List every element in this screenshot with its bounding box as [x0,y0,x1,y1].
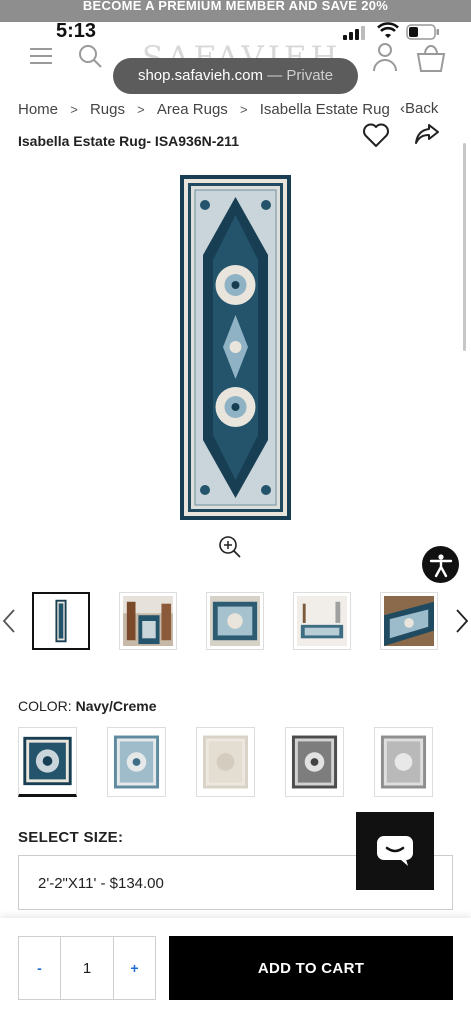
color-swatch-silver[interactable] [374,727,433,797]
color-selected-value: Navy/Creme [75,698,157,714]
breadcrumb-rugs[interactable]: Rugs [90,101,125,118]
quantity-decrease-button[interactable]: - [19,937,60,999]
chevron-right-icon: > [70,102,78,117]
breadcrumb-area-rugs[interactable]: Area Rugs [157,101,228,118]
image-carousel [0,592,471,650]
color-swatch-grey[interactable] [285,727,344,797]
color-swatch-navy-creme[interactable] [18,727,77,797]
thumbnail-image [297,596,347,646]
color-label: COLOR: Navy/Creme [18,698,157,714]
carousel-next-icon[interactable] [455,608,469,634]
thumbnail-image [37,597,85,645]
color-swatch-ivory[interactable] [196,727,255,797]
accessibility-button[interactable] [422,546,459,583]
page-scrollbar[interactable] [463,143,466,351]
private-mode-label: — Private [267,67,334,84]
cellular-signal-icon [343,26,365,40]
accessibility-icon [429,553,452,577]
thumbnail-rug-folded[interactable] [380,592,438,650]
heart-icon[interactable] [362,122,390,148]
thumbnail-image [384,596,434,646]
size-label: SELECT SIZE: [18,829,124,846]
breadcrumb-current[interactable]: Isabella Estate Rug [260,101,390,118]
chevron-right-icon: > [137,102,145,117]
color-swatch-light-blue[interactable] [107,727,166,797]
zoom-icon[interactable] [218,535,242,559]
wifi-icon [377,22,399,38]
chevron-right-icon: > [239,102,248,117]
quantity-value[interactable]: 1 [60,937,114,999]
swatch-image [113,735,160,789]
share-icon[interactable] [414,122,440,146]
product-title: Isabella Estate Rug- ISA936N-211 [18,133,239,149]
swatch-image [380,735,427,789]
thumbnail-rug-room-2[interactable] [293,592,351,650]
color-label-prefix: COLOR: [18,698,72,714]
chat-button[interactable] [356,812,434,890]
size-selected-value: 2'-2"X11' - $134.00 [38,875,164,892]
back-link[interactable]: ‹Back [400,100,438,117]
breadcrumb: Home > Rugs > Area Rugs > Isabella Estat… [18,101,390,118]
thumbnail-rug-detail[interactable] [206,592,264,650]
back-label: Back [405,100,439,117]
quantity-increase-button[interactable]: + [114,937,155,999]
thumbnail-image [123,596,173,646]
shopping-bag-icon[interactable] [416,42,446,72]
quantity-stepper: - 1 + [18,936,156,1000]
add-to-cart-bar: - 1 + ADD TO CART [0,918,471,1020]
menu-icon[interactable] [30,46,52,66]
carousel-prev-icon[interactable] [2,608,16,634]
battery-icon [406,24,439,40]
swatch-image [23,736,72,786]
thumbnail-image [210,596,260,646]
thumbnail-rug-front[interactable] [32,592,90,650]
add-to-cart-button[interactable]: ADD TO CART [169,936,453,1000]
search-icon[interactable] [78,44,102,68]
browser-url-pill[interactable]: shop.safavieh.com — Private [113,58,358,94]
promo-text: BECOME A PREMIUM MEMBER AND SAVE 20% [82,0,389,13]
breadcrumb-home[interactable]: Home [18,101,58,118]
product-image-rug[interactable] [180,175,291,520]
swatch-image [202,735,249,789]
chat-bubble-icon [377,836,413,866]
swatch-image [291,735,338,789]
url-text: shop.safavieh.com [137,67,264,84]
account-icon[interactable] [372,42,398,72]
thumbnail-rug-room-1[interactable] [119,592,177,650]
